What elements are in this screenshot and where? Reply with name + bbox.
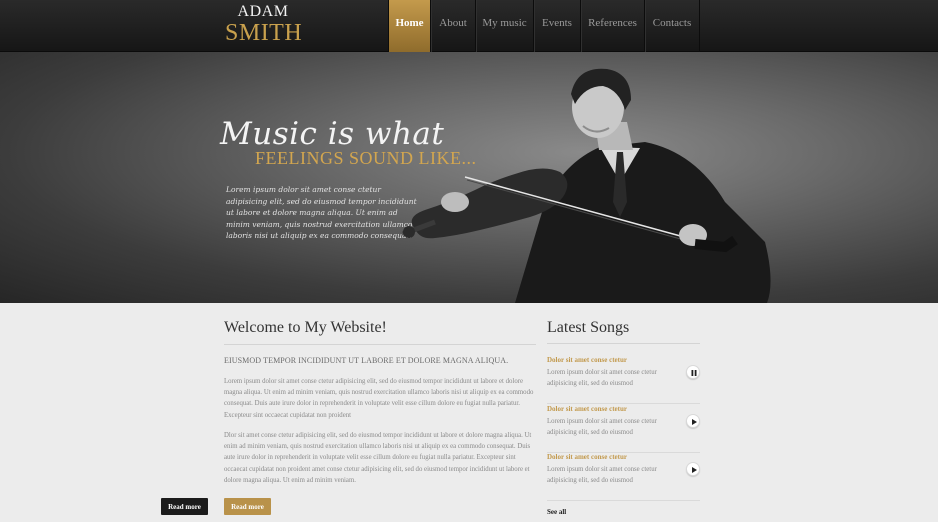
welcome-title: Welcome to My Website!: [224, 319, 387, 336]
welcome-paragraph-1: Lorem ipsum dolor sit amet conse ctetur …: [224, 378, 534, 419]
logo-first-name: ADAM: [237, 3, 289, 20]
song-description: Lorem ipsum dolor sit amet conse ctetur …: [547, 369, 657, 387]
welcome-paragraph-2: Dlor sit amet conse ctetur adipisicing e…: [224, 432, 532, 484]
site-logo[interactable]: ADAM SMITH: [225, 3, 303, 46]
play-button[interactable]: [686, 462, 700, 476]
logo-last-name: SMITH: [225, 20, 303, 46]
read-more-dark-button[interactable]: Read more: [161, 498, 208, 515]
nav-item-about[interactable]: About: [430, 0, 475, 52]
song-item: Dolor sit amet conse ctetur Lorem ipsum …: [547, 405, 700, 453]
songs-divider: [547, 343, 700, 344]
song-description: Lorem ipsum dolor sit amet conse ctetur …: [547, 466, 657, 484]
song-title[interactable]: Dolor sit amet conse ctetur: [547, 405, 627, 413]
see-all-link[interactable]: See all: [547, 508, 566, 516]
main-nav: Home About My music Events References Co…: [388, 0, 700, 52]
play-icon: [692, 419, 697, 425]
song-title[interactable]: Dolor sit amet conse ctetur: [547, 356, 627, 364]
pause-button[interactable]: [686, 365, 700, 379]
play-icon: [692, 467, 697, 473]
violinist-image: [402, 68, 771, 303]
nav-item-references[interactable]: References: [580, 0, 644, 52]
hero-text: Lorem ipsum dolor sit amet conse ctetur …: [226, 185, 417, 240]
nav-item-contacts[interactable]: Contacts: [644, 0, 700, 52]
song-item: Dolor sit amet conse ctetur Lorem ipsum …: [547, 453, 700, 501]
play-button[interactable]: [686, 414, 700, 428]
nav-item-my-music[interactable]: My music: [475, 0, 533, 52]
song-item: Dolor sit amet conse ctetur Lorem ipsum …: [547, 356, 700, 404]
nav-item-home[interactable]: Home: [388, 0, 430, 52]
song-title[interactable]: Dolor sit amet conse ctetur: [547, 453, 627, 461]
pause-icon: [691, 370, 697, 376]
song-description: Lorem ipsum dolor sit amet conse ctetur …: [547, 418, 657, 436]
read-more-gold-button[interactable]: Read more: [224, 498, 271, 515]
latest-songs-title: Latest Songs: [547, 319, 630, 336]
welcome-divider: [224, 344, 536, 345]
nav-item-events[interactable]: Events: [533, 0, 580, 52]
site-header: ADAM SMITH Home About My music Events Re…: [0, 0, 938, 52]
welcome-subhead: EIUSMOD TEMPOR INCIDIDUNT UT LABORE ET D…: [224, 356, 509, 365]
